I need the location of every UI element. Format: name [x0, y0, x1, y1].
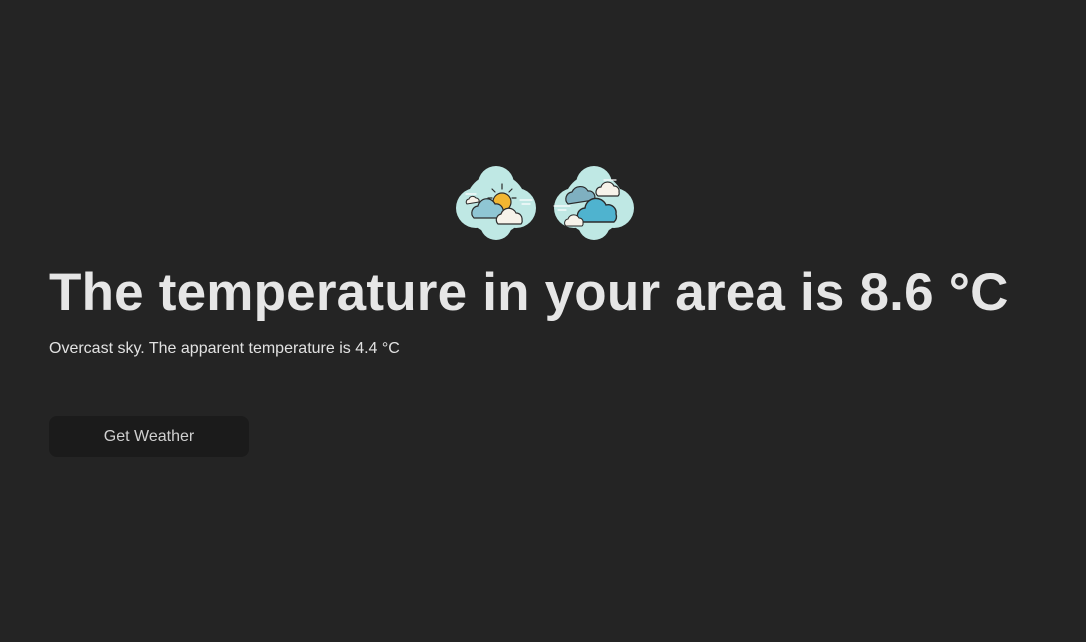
overcast-icon	[550, 164, 638, 244]
weather-description: Overcast sky. The apparent temperature i…	[49, 340, 400, 357]
get-weather-button[interactable]: Get Weather	[49, 416, 249, 457]
weather-page: The temperature in your area is 8.6 °C O…	[0, 0, 1086, 642]
temperature-headline: The temperature in your area is 8.6 °C	[49, 263, 1009, 322]
weather-icons	[452, 164, 642, 244]
partly-cloudy-icon	[452, 164, 540, 244]
